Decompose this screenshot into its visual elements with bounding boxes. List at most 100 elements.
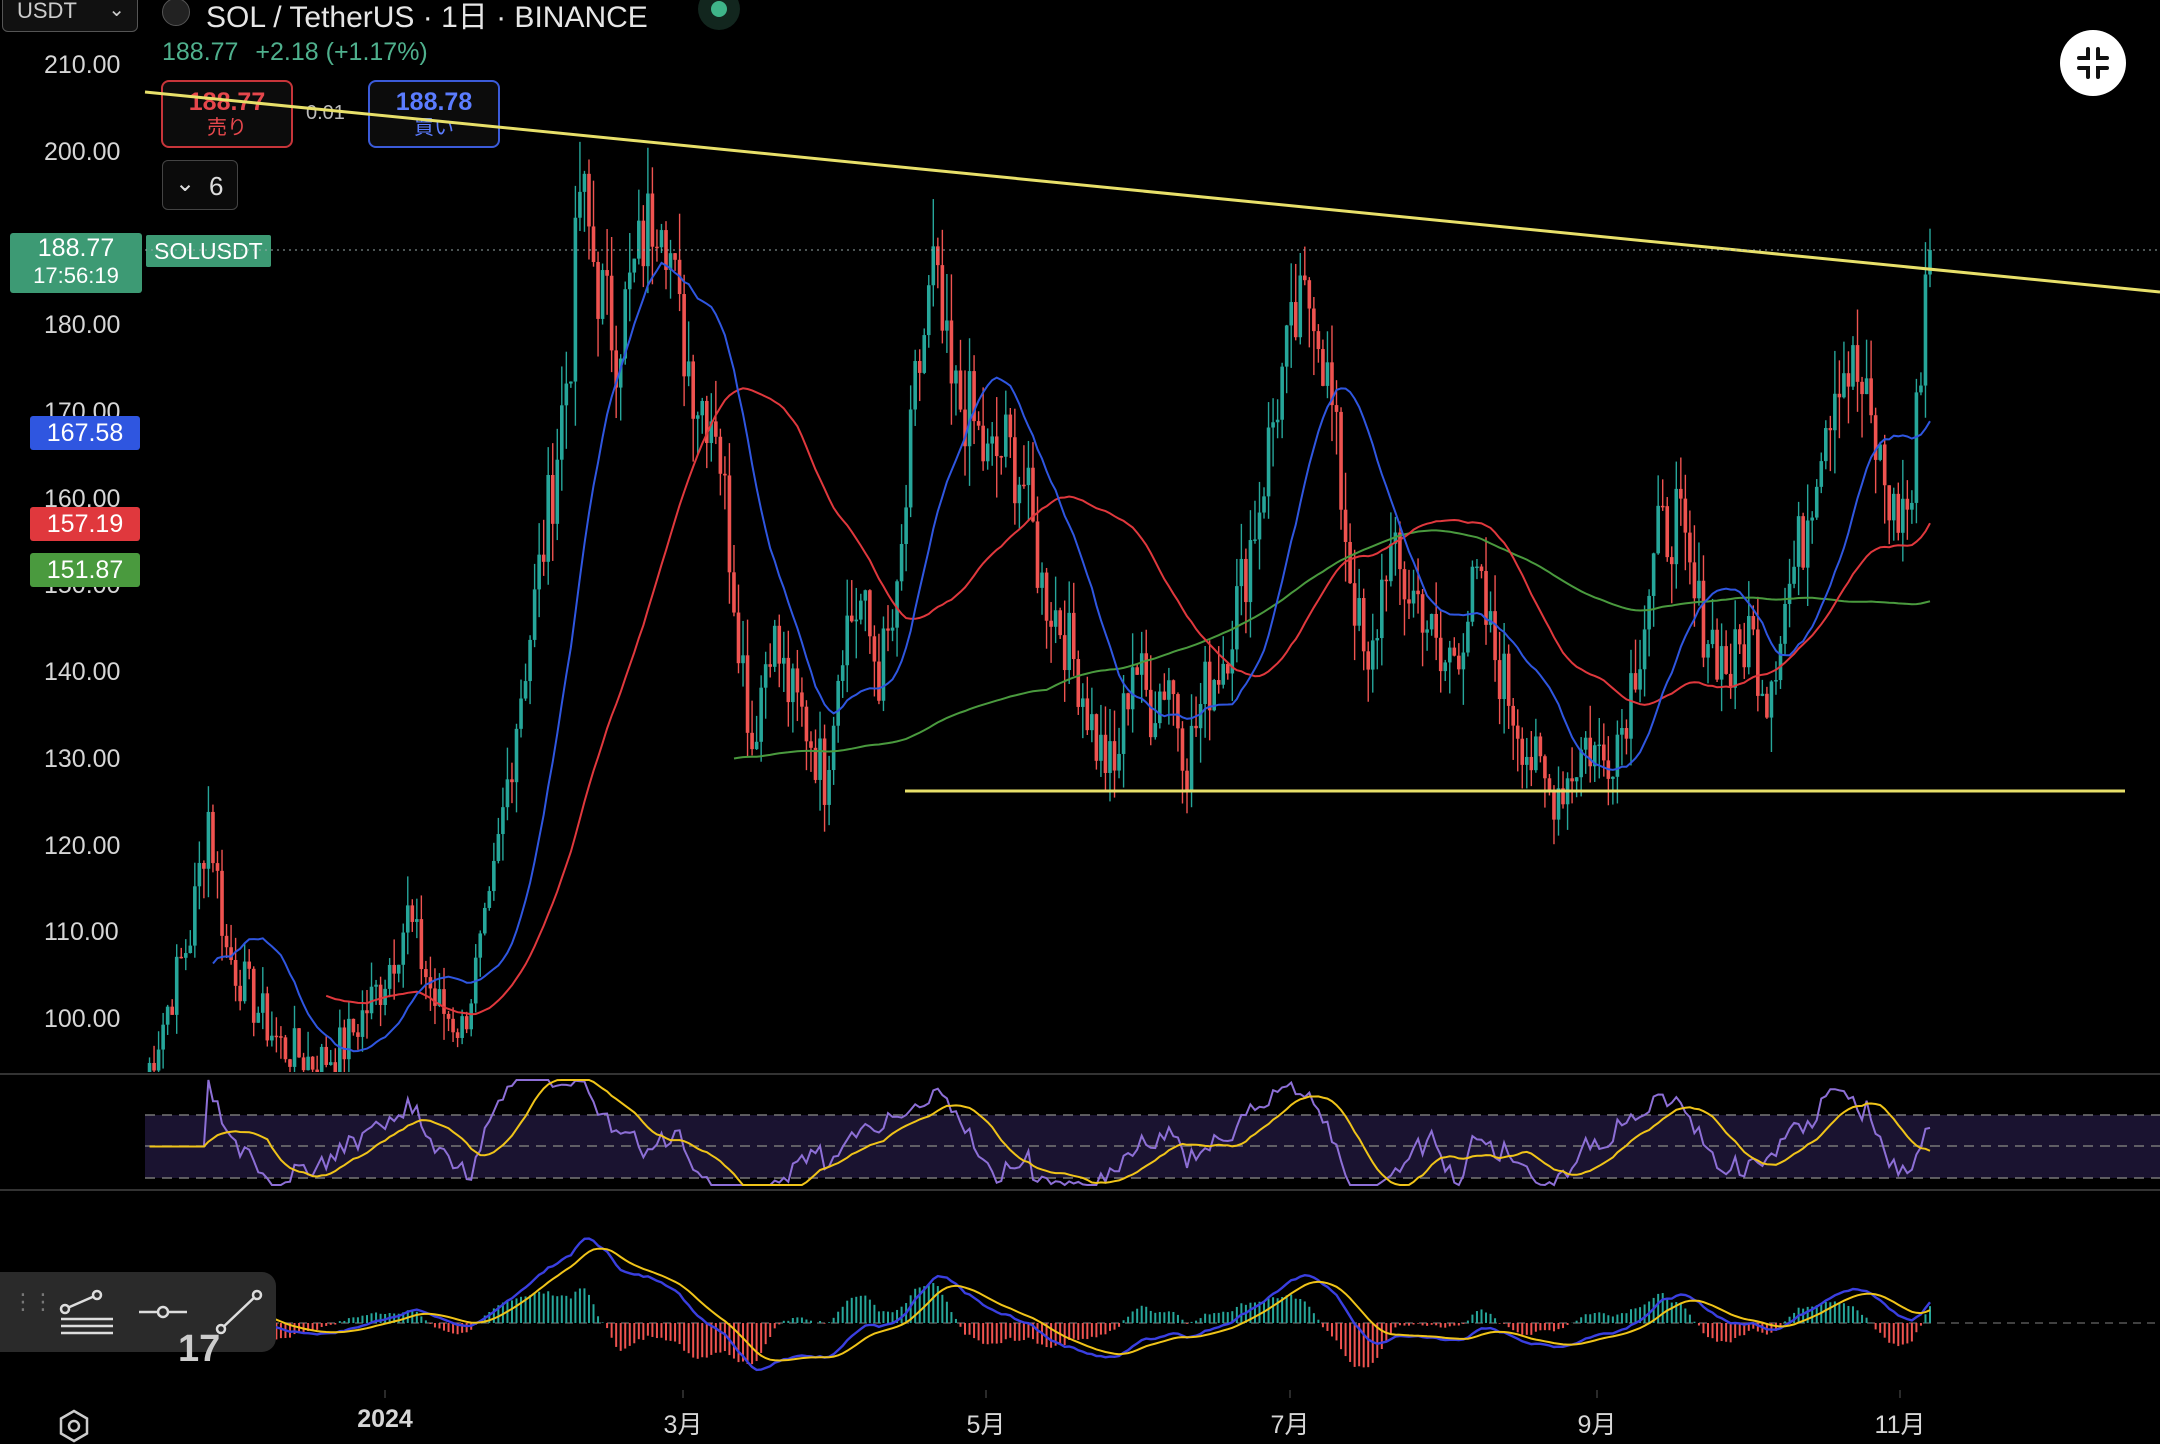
- candle-body: [990, 436, 994, 444]
- multi-line-tool-button[interactable]: [52, 1282, 122, 1342]
- candle-body: [1375, 638, 1380, 641]
- candle-body: [1298, 275, 1303, 338]
- candle-body: [1139, 653, 1144, 675]
- candle-body: [573, 217, 578, 382]
- candle-body: [1828, 428, 1833, 431]
- candle-body: [949, 320, 954, 384]
- candle-body: [1524, 756, 1529, 765]
- ma-blue-line[interactable]: [212, 261, 1931, 1053]
- candle-body: [1552, 791, 1556, 820]
- candle-body: [1724, 646, 1728, 674]
- time-tick-label: 9月: [1577, 1411, 1617, 1439]
- candle-body: [1506, 653, 1511, 706]
- candle-body: [1420, 594, 1425, 633]
- candle-body: [260, 993, 265, 1013]
- candle-body: [714, 421, 718, 437]
- candle-body: [1846, 373, 1851, 387]
- candle-body: [1502, 653, 1506, 700]
- candle-body: [1629, 673, 1633, 739]
- candle-body: [1370, 640, 1375, 670]
- candle-body: [1366, 651, 1371, 670]
- collapse-button[interactable]: [2060, 30, 2126, 96]
- candle-body: [646, 193, 650, 267]
- price-chart[interactable]: [0, 0, 2160, 1440]
- candle-body: [1597, 744, 1602, 747]
- candle-body: [1407, 599, 1411, 604]
- candle-body: [1148, 689, 1153, 738]
- drag-handle-icon[interactable]: ⋮⋮: [12, 1291, 54, 1313]
- candle-body: [1457, 655, 1461, 670]
- candle-body: [546, 474, 551, 562]
- candle-body: [727, 475, 732, 573]
- candle-body: [1026, 467, 1031, 486]
- candle-body: [596, 261, 600, 319]
- candle-body: [505, 779, 510, 808]
- candle-body: [1058, 610, 1062, 636]
- candle-body: [804, 706, 809, 742]
- candle-body: [1733, 629, 1737, 688]
- candle-body: [251, 968, 256, 1023]
- candle-body: [387, 964, 392, 989]
- time-tick-label: 7月: [1270, 1411, 1310, 1439]
- candle-body: [301, 1057, 306, 1071]
- candle-body: [215, 863, 220, 871]
- candle-body: [342, 1027, 347, 1060]
- candle-body: [754, 741, 759, 750]
- candle-body: [1556, 788, 1561, 820]
- resistance-trendline[interactable]: [144, 90, 2160, 294]
- chart-stage[interactable]: USDT ⌄ SOL / TetherUS · 1日 · BINANCE 188…: [0, 0, 2160, 1443]
- candle-body: [1053, 610, 1058, 627]
- candle-body: [1620, 728, 1624, 735]
- candle-body: [279, 1036, 283, 1038]
- candle-body: [1389, 543, 1393, 582]
- candle-body: [224, 935, 229, 948]
- candle-body: [822, 738, 827, 805]
- candle-body: [1339, 411, 1343, 510]
- candle-body: [1003, 414, 1008, 457]
- candle-body: [1022, 484, 1026, 487]
- candle-body: [306, 1056, 310, 1071]
- candle-body: [913, 361, 917, 410]
- candle-body: [211, 811, 215, 864]
- hexagon-gear-icon[interactable]: [56, 1408, 92, 1444]
- candle-body: [813, 747, 818, 780]
- candle-body: [1167, 680, 1171, 700]
- candle-body: [1280, 366, 1284, 420]
- candle-body: [1071, 612, 1076, 660]
- candle-body: [1688, 532, 1692, 563]
- candle-body: [1919, 385, 1923, 393]
- candle-body: [1706, 644, 1710, 658]
- candle-body: [310, 1056, 315, 1070]
- candle-body: [220, 870, 224, 936]
- candle-body: [1461, 652, 1466, 670]
- candle-body: [156, 1049, 161, 1071]
- candle-body: [1679, 488, 1683, 499]
- candle-body: [759, 687, 763, 742]
- candle-body: [528, 639, 532, 682]
- ma-green-line[interactable]: [733, 529, 1931, 760]
- candle-body: [1447, 647, 1452, 663]
- candle-body: [1312, 308, 1316, 332]
- candle-body: [1257, 512, 1262, 540]
- candle-body: [641, 220, 646, 267]
- candle-body: [994, 436, 999, 457]
- candle-body: [840, 665, 845, 681]
- candle-body: [238, 985, 242, 1002]
- candle-body: [1425, 629, 1429, 633]
- candle-body: [1910, 502, 1914, 510]
- candle-body: [229, 947, 233, 961]
- candle-body: [1135, 667, 1139, 675]
- candle-body: [1833, 393, 1837, 431]
- candle-body: [1325, 362, 1330, 386]
- candle-body: [174, 956, 179, 1015]
- candle-body: [537, 554, 541, 590]
- candle-body: [1701, 580, 1706, 658]
- candle-body: [1756, 629, 1760, 696]
- candle-body: [1529, 756, 1534, 771]
- candle-body: [1239, 558, 1244, 587]
- candle-body: [650, 193, 655, 247]
- candle-body: [1198, 704, 1203, 729]
- candle-body: [1361, 598, 1366, 652]
- candle-body: [781, 657, 786, 664]
- candle-body: [1728, 673, 1733, 688]
